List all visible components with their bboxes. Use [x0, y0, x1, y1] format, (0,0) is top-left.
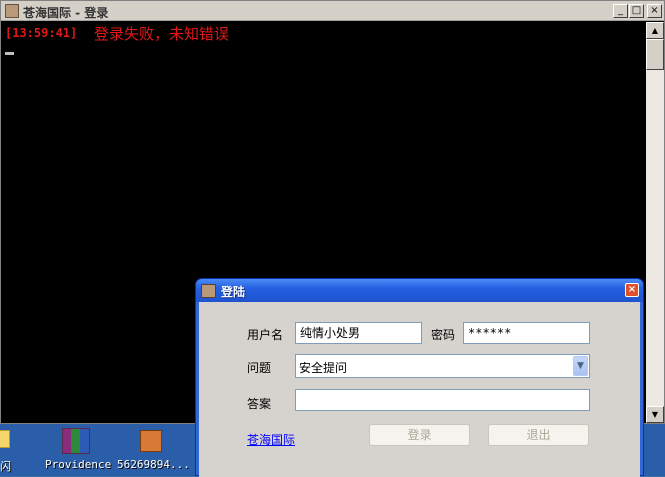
- app-icon[interactable]: [5, 4, 19, 18]
- scrollbar-thumb[interactable]: [646, 39, 664, 70]
- answer-label: 答案: [247, 397, 272, 411]
- login-dialog: 登陆 × 用户名 纯情小处男 密码 ****** 问题 安全提问 ▼ 答案 苍海…: [195, 278, 644, 477]
- minimize-button[interactable]: _: [613, 4, 628, 18]
- dialog-titlebar[interactable]: 登陆 ×: [196, 279, 643, 302]
- password-label: 密码: [431, 328, 456, 342]
- chevron-down-icon[interactable]: ▼: [573, 356, 588, 376]
- arrow-down-icon[interactable]: ▼: [646, 406, 664, 423]
- close-button[interactable]: ×: [647, 4, 662, 18]
- application-icon[interactable]: [140, 430, 162, 452]
- username-field[interactable]: 纯情小处男: [295, 322, 422, 344]
- desktop-label[interactable]: 闪: [0, 458, 11, 474]
- arrow-up-icon[interactable]: ▲: [646, 22, 664, 39]
- dialog-title: 登陆: [221, 285, 246, 299]
- question-selected-value: 安全提问: [299, 361, 348, 375]
- answer-field[interactable]: [295, 389, 590, 411]
- password-field[interactable]: ******: [463, 322, 590, 344]
- question-select[interactable]: 安全提问 ▼: [295, 354, 590, 378]
- close-button[interactable]: ×: [625, 283, 639, 297]
- desktop-label-providence[interactable]: Providence: [45, 458, 111, 471]
- dialog-body: 用户名 纯情小处男 密码 ****** 问题 安全提问 ▼ 答案 苍海国际 登录…: [199, 302, 640, 477]
- log-timestamp: [13:59:41]: [5, 26, 78, 40]
- desktop-label-number[interactable]: 56269894...: [117, 458, 190, 471]
- app-icon[interactable]: [201, 284, 216, 298]
- window-title: 苍海国际 - 登录: [23, 6, 109, 20]
- vertical-scrollbar[interactable]: ▲ ▼: [646, 22, 664, 423]
- folder-icon[interactable]: [0, 430, 10, 448]
- maximize-button[interactable]: □: [629, 4, 644, 18]
- text-cursor: [5, 52, 14, 55]
- username-label: 用户名: [247, 328, 284, 342]
- exit-button[interactable]: 退出: [488, 424, 589, 446]
- log-message: 登录失败，未知错误: [94, 25, 230, 43]
- site-link[interactable]: 苍海国际: [247, 431, 295, 448]
- console-titlebar[interactable]: 苍海国际 - 登录 _ □ ×: [1, 1, 664, 21]
- winrar-icon[interactable]: [62, 428, 90, 454]
- question-label: 问题: [247, 361, 272, 375]
- login-button[interactable]: 登录: [369, 424, 470, 446]
